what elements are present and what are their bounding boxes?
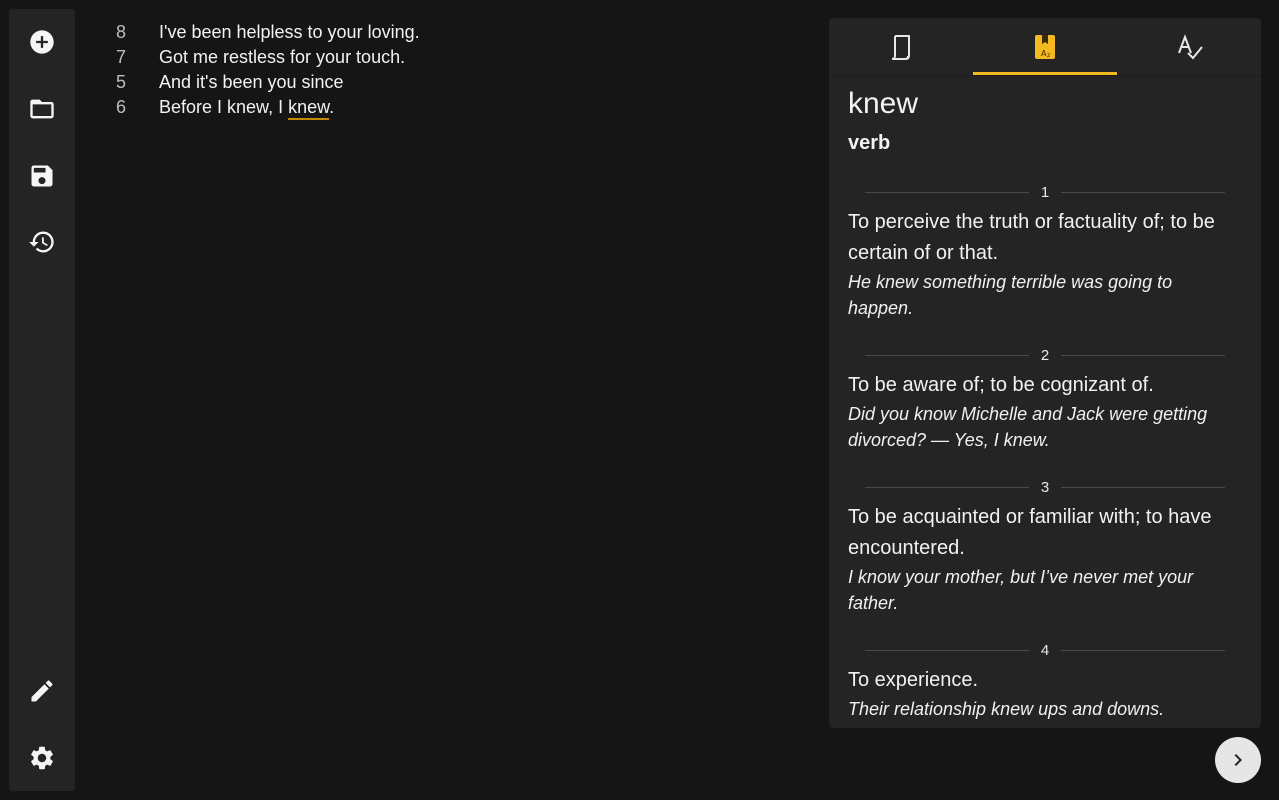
sense-example: He knew something terrible was going to …: [848, 272, 1173, 318]
line-text[interactable]: Before I knew, I knew.: [159, 97, 334, 118]
tab-dictionary[interactable]: A z: [973, 18, 1117, 75]
sense-example: I know your mother, but I’ve never met y…: [848, 567, 1194, 613]
sense-definition: To experience.: [848, 669, 979, 691]
sense-divider: 1: [865, 182, 1225, 202]
part-of-speech: verb: [848, 132, 891, 154]
lyrics-editor[interactable]: 8 I've been helpless to your loving. 7 G…: [100, 20, 800, 120]
editor-line[interactable]: 5 And it's been you since: [100, 70, 800, 95]
spellcheck-icon: [1178, 33, 1203, 59]
add-circle-icon: [30, 30, 54, 54]
sense-definition: To be aware of; to be cognizant of.: [848, 374, 1154, 396]
chevron-right-icon: [1234, 754, 1242, 766]
history-icon: [29, 231, 54, 253]
history-button[interactable]: [9, 214, 75, 270]
syllable-count: 8: [115, 22, 126, 42]
syllable-count: 6: [115, 97, 126, 117]
sidebar: [9, 9, 75, 791]
panel-tabs: A z: [829, 18, 1261, 76]
save-icon: [31, 165, 53, 187]
svg-text:z: z: [1047, 52, 1050, 59]
line-text-after: .: [329, 97, 335, 117]
open-folder-button[interactable]: [9, 81, 75, 137]
sense-number: 1: [1040, 183, 1050, 201]
definition-list[interactable]: knew verb 1 To perceive the truth or fac…: [829, 76, 1261, 728]
sense-example: Their relationship knew ups and downs.: [848, 699, 1165, 719]
new-file-button[interactable]: [9, 14, 75, 70]
syllable-count: 5: [115, 72, 126, 92]
line-text[interactable]: I've been helpless to your loving.: [159, 22, 420, 43]
next-button[interactable]: [1215, 737, 1261, 783]
editor-line[interactable]: 6 Before I knew, I knew.: [100, 95, 800, 120]
line-text-before: Before I knew, I: [159, 97, 289, 117]
sense-divider: 3: [865, 477, 1225, 497]
dictionary-icon: A z: [1035, 34, 1055, 59]
save-button[interactable]: [9, 148, 75, 204]
sense-definition: To be acquainted or familiar with; to ha…: [848, 506, 1212, 559]
sense-definition: To perceive the truth or factuality of; …: [848, 211, 1215, 264]
folder-icon: [30, 99, 54, 119]
tab-spellcheck[interactable]: [1117, 18, 1261, 75]
edit-button[interactable]: [9, 663, 75, 719]
line-text[interactable]: And it's been you since: [159, 72, 344, 93]
sense-divider: 2: [865, 345, 1225, 365]
editor-line[interactable]: 8 I've been helpless to your loving.: [100, 20, 800, 45]
headword: knew: [848, 87, 919, 120]
sense-number: 4: [1040, 641, 1050, 659]
pencil-icon: [31, 680, 53, 702]
gear-icon: [31, 746, 53, 770]
tab-document[interactable]: [829, 18, 973, 75]
selected-word[interactable]: knew: [288, 97, 329, 117]
dictionary-panel: A z knew verb 1 To perceive the truth or…: [829, 18, 1261, 728]
settings-button[interactable]: [9, 730, 75, 786]
sense-number: 2: [1040, 346, 1050, 364]
sense-number: 3: [1040, 478, 1050, 496]
line-text[interactable]: Got me restless for your touch.: [159, 47, 405, 68]
document-icon: [891, 34, 910, 60]
sense-divider: 4: [865, 640, 1225, 660]
syllable-count: 7: [115, 47, 126, 67]
sense-example: Did you know Michelle and Jack were gett…: [848, 404, 1208, 450]
editor-line[interactable]: 7 Got me restless for your touch.: [100, 45, 800, 70]
